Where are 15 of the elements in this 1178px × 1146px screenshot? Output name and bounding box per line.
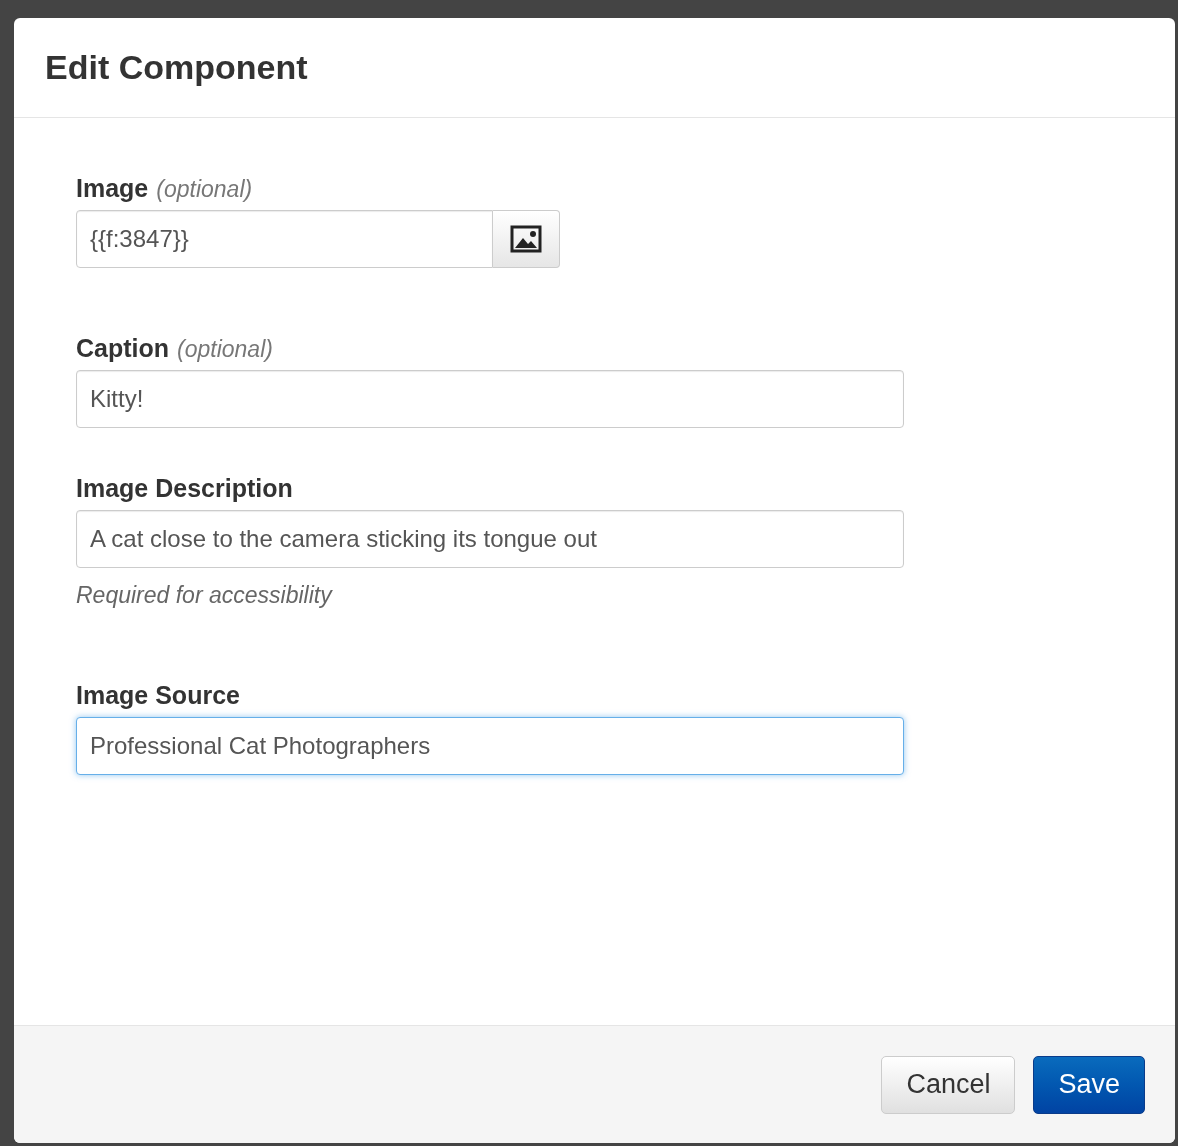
text-field[interactable]: Professional Cat Photographers bbox=[76, 717, 904, 775]
image-path-field[interactable]: {{f:3847}} bbox=[76, 210, 493, 268]
text-field[interactable]: A cat close to the camera sticking its tongue out bbox=[76, 510, 904, 568]
save-button[interactable]: Save bbox=[1033, 1055, 1145, 1114]
field-label: Image Description bbox=[76, 476, 293, 501]
optional-note: (optional) bbox=[156, 178, 253, 201]
field-label: Image Source bbox=[76, 683, 240, 708]
text-field[interactable]: Kitty! bbox=[76, 370, 904, 428]
field-label: Caption bbox=[76, 336, 170, 361]
dialog-title: Edit Component bbox=[45, 47, 308, 88]
cancel-button[interactable]: Cancel bbox=[881, 1055, 1016, 1114]
field-label: Image bbox=[76, 176, 149, 201]
image-picker-icon[interactable] bbox=[493, 210, 560, 268]
optional-note: (optional) bbox=[177, 338, 273, 361]
help-text: Required for accessibility bbox=[76, 584, 334, 607]
